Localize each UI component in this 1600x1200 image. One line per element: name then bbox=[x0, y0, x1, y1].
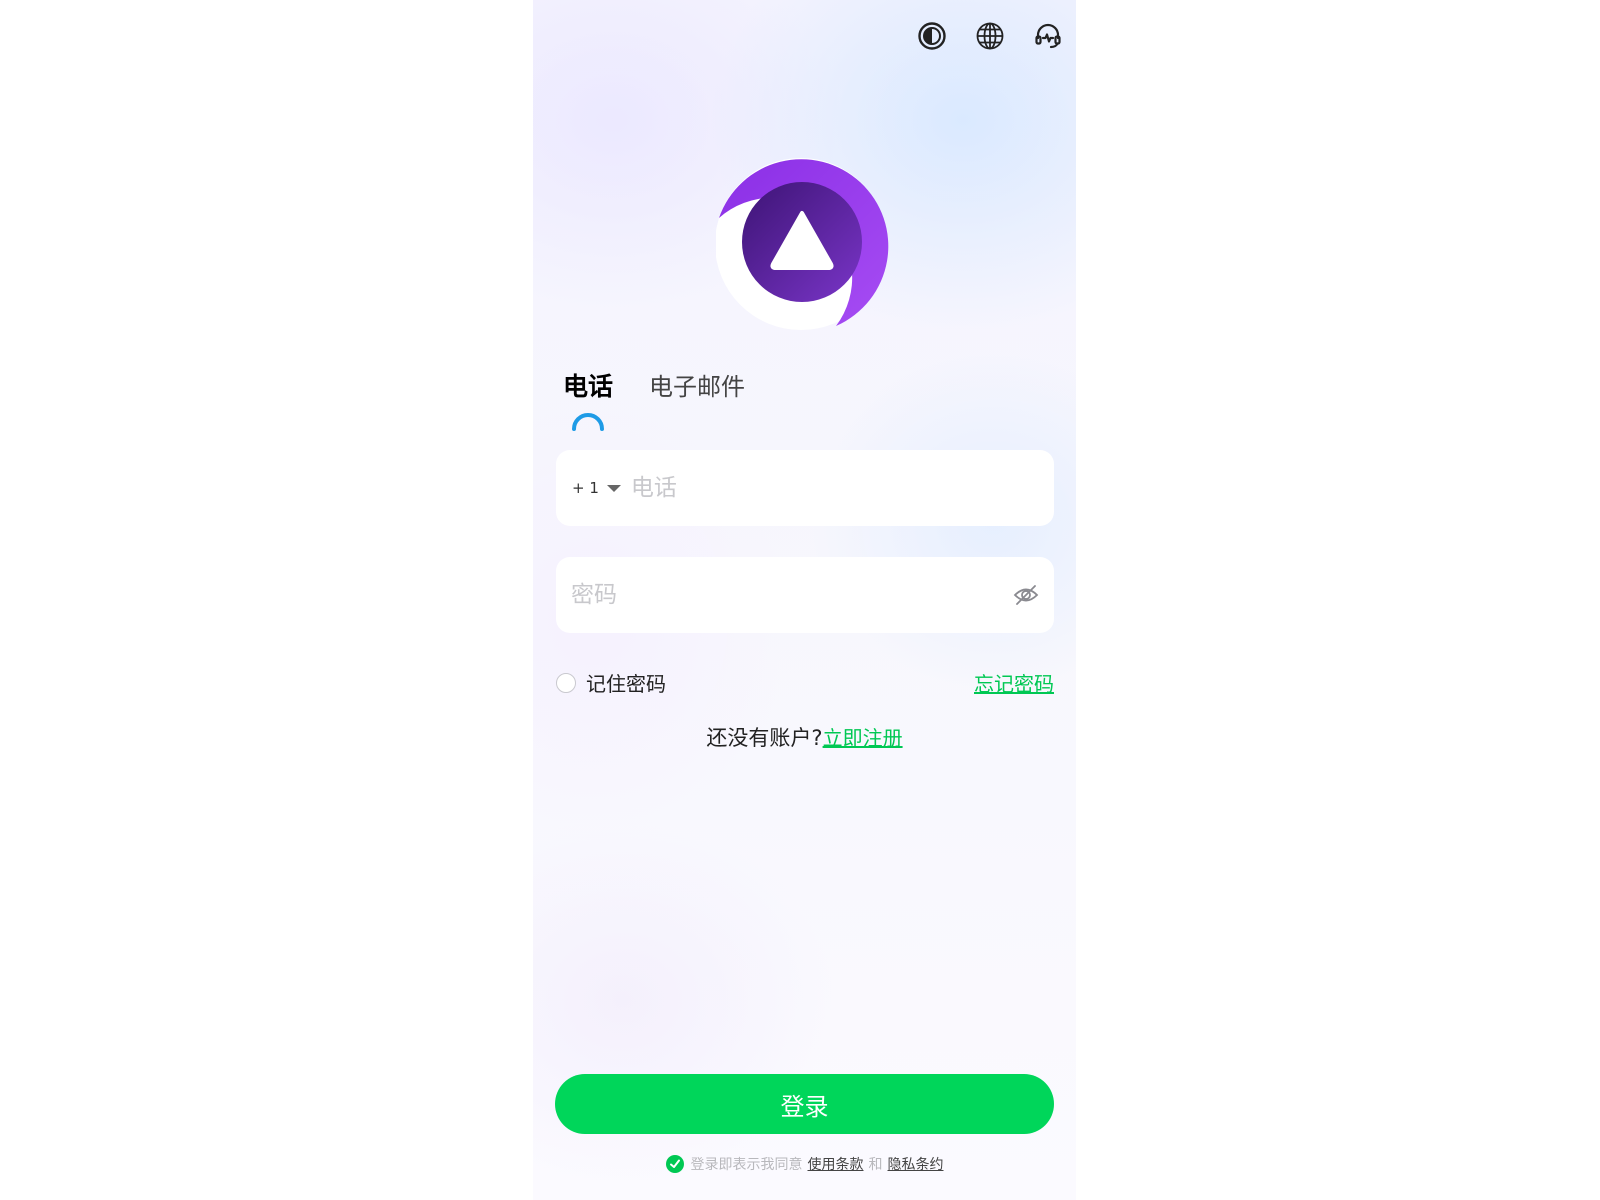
remember-label: 记住密码 bbox=[586, 672, 666, 696]
login-screen: 电话 电子邮件 + 1 记住密码 忘记密码 bbox=[533, 0, 1076, 1200]
tab-phone[interactable]: 电话 bbox=[563, 372, 614, 431]
tab-email-label: 电子邮件 bbox=[649, 373, 746, 401]
globe-icon[interactable] bbox=[974, 20, 1006, 52]
country-code-selector[interactable]: + 1 bbox=[556, 450, 621, 526]
agreement-row: 登录即表示我同意 使用条款 和 隐私条约 bbox=[533, 1154, 1076, 1174]
contrast-icon[interactable] bbox=[916, 20, 948, 52]
agreement-check-icon[interactable] bbox=[665, 1155, 684, 1173]
signup-link[interactable]: 立即注册 bbox=[823, 726, 903, 750]
radio-circle-icon bbox=[556, 672, 576, 693]
tab-phone-label: 电话 bbox=[563, 372, 614, 401]
remember-password-checkbox[interactable]: 记住密码 bbox=[556, 668, 666, 697]
support-headset-icon[interactable] bbox=[1032, 20, 1064, 52]
login-button[interactable]: 登录 bbox=[555, 1074, 1054, 1134]
phone-input[interactable] bbox=[620, 449, 1054, 527]
country-code: + 1 bbox=[572, 479, 599, 497]
remember-row: 记住密码 忘记密码 bbox=[556, 668, 1054, 697]
password-input[interactable] bbox=[556, 556, 1012, 634]
phone-field: + 1 bbox=[556, 449, 1054, 527]
signup-row: 还没有账户?立即注册 bbox=[533, 722, 1076, 752]
tab-active-indicator bbox=[572, 413, 604, 431]
agreement-prefix: 登录即表示我同意 bbox=[690, 1157, 803, 1173]
terms-link[interactable]: 使用条款 bbox=[808, 1154, 864, 1174]
app-logo bbox=[715, 156, 896, 336]
top-toolbar bbox=[916, 20, 1064, 52]
signup-prompt: 还没有账户? bbox=[706, 726, 823, 750]
tab-email[interactable]: 电子邮件 bbox=[649, 372, 745, 402]
privacy-link[interactable]: 隐私条约 bbox=[888, 1154, 944, 1174]
password-field bbox=[556, 556, 1054, 634]
login-method-tabs: 电话 电子邮件 bbox=[563, 372, 745, 431]
caret-down-icon bbox=[606, 484, 621, 492]
eye-off-icon[interactable] bbox=[1012, 581, 1040, 609]
forgot-password-link[interactable]: 忘记密码 bbox=[974, 668, 1054, 697]
agreement-and: 和 bbox=[868, 1157, 883, 1173]
